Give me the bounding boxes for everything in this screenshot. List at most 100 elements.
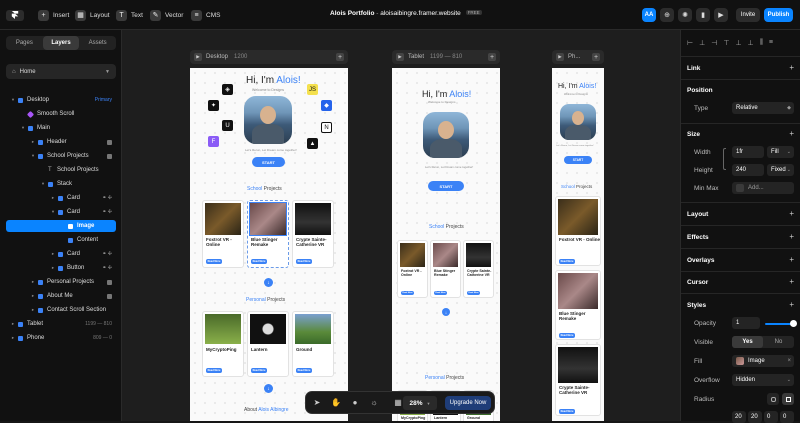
project-title[interactable]: Alois Portfolio - aloisaibingre.framer.w… [330, 10, 482, 17]
layer-school-projects[interactable]: ▾ School Projects [6, 150, 116, 162]
preview-play-icon[interactable]: ▶ [194, 53, 202, 61]
layer-main[interactable]: ▾ Main [6, 122, 116, 134]
width-input[interactable]: 1fr [732, 146, 764, 158]
project-card[interactable]: Ground Read More [292, 311, 334, 377]
layer-personal-projects[interactable]: ▸ Personal Projects [6, 276, 116, 288]
read-more-button[interactable]: Read More [296, 259, 312, 264]
link-section[interactable]: Link [687, 65, 700, 72]
height-mode-select[interactable]: Fixed ⌄ [767, 164, 794, 176]
align-center-h-icon[interactable]: ⊥ [699, 39, 705, 47]
project-card-selected[interactable]: Blue Stinger Remake Read More [247, 200, 289, 268]
add-link-icon[interactable]: + [789, 63, 794, 72]
remove-fill-icon[interactable]: × [787, 358, 791, 364]
phone-frame-label[interactable]: ▶ Ph... + [552, 50, 604, 64]
project-card[interactable]: Crypte Sainte-Catherine VR Read More [463, 240, 494, 298]
publish-button[interactable]: Publish [764, 8, 793, 22]
vector-button[interactable]: ✎ Vector [150, 8, 183, 22]
layer-tablet[interactable]: ▸ Tablet 1199 — 810 [6, 318, 116, 330]
project-card[interactable]: MyCryptoPing Read More [202, 311, 244, 377]
read-more-button[interactable]: Read More [559, 333, 575, 338]
project-card[interactable]: Lantern Read More [247, 311, 289, 377]
theme-icon[interactable]: ☼ [366, 395, 382, 411]
globe-icon[interactable]: ⊕ [660, 8, 674, 22]
layout-button[interactable]: ▦ Layout [75, 8, 110, 22]
add-cursor-icon[interactable]: + [789, 277, 794, 286]
preview-play-icon[interactable]: ▶ [396, 53, 404, 61]
layer-image[interactable]: Image [6, 220, 116, 232]
layer-card[interactable]: ▾ Card ⚭ ✢ [6, 206, 116, 218]
layer-card[interactable]: ▸ Card ⚭ ✢ [6, 248, 116, 260]
read-more-button[interactable]: Read More [467, 291, 480, 295]
start-button[interactable]: START [428, 181, 464, 191]
tablet-frame[interactable]: Hi, I'm Alois! Welcome to Designs Let's … [392, 68, 500, 421]
read-more-button[interactable]: Read More [251, 259, 267, 264]
page-select[interactable]: ⌂ Home ▼ [6, 64, 116, 79]
project-card[interactable]: Foxtrot VR - Online Read More [397, 240, 428, 298]
radius-top-right-input[interactable]: 20 [748, 411, 762, 423]
preview-play-icon[interactable]: ▶ [714, 8, 728, 22]
radius-bottom-left-input[interactable]: 0 [780, 411, 794, 423]
align-bottom-icon[interactable]: ⊥ [748, 39, 754, 47]
radius-individual-toggle[interactable] [782, 393, 794, 405]
project-card[interactable]: Foxtrot VR - Online Read More [555, 196, 601, 266]
read-more-button[interactable]: Read More [251, 368, 267, 373]
settings-icon[interactable]: ✺ [678, 8, 692, 22]
zoom-select[interactable]: 28% ▼ [403, 396, 437, 410]
opacity-slider-thumb[interactable] [790, 320, 797, 327]
select-tool-icon[interactable]: ➤ [309, 395, 325, 411]
align-top-icon[interactable]: ⊤ [723, 39, 729, 47]
layer-school-projects-text[interactable]: T School Projects [6, 164, 116, 176]
layer-smooth-scroll[interactable]: Smooth Scroll [6, 108, 116, 120]
scroll-down-icon[interactable]: ↓ [264, 384, 273, 393]
distribute-h-icon[interactable]: ⫼ [760, 39, 763, 47]
layer-button[interactable]: ▸ Button ⚭ ✢ [6, 262, 116, 274]
visible-yes-option[interactable]: Yes [732, 336, 763, 348]
scroll-down-icon[interactable]: ↓ [442, 308, 450, 316]
analytics-icon[interactable]: ▮ [696, 8, 710, 22]
phone-frame[interactable]: Hi, I'm Alois! Welcome to Designs Let's … [552, 68, 604, 421]
opacity-slider[interactable] [765, 323, 793, 325]
add-style-icon[interactable]: + [789, 300, 794, 309]
scroll-down-icon[interactable]: ↓ [264, 278, 273, 287]
preview-play-icon[interactable]: ▶ [556, 53, 564, 61]
width-mode-select[interactable]: Fill ⌄ [767, 146, 794, 158]
project-card[interactable]: Crypte Sainte-Catherine VR Read More [555, 344, 601, 416]
add-breakpoint-icon[interactable]: + [488, 53, 496, 61]
layer-header[interactable]: ▸ Header [6, 136, 116, 148]
project-card[interactable]: Blue Stinger Remake Read More [430, 240, 461, 298]
height-input[interactable]: 240 [732, 164, 764, 176]
read-more-button[interactable]: Read More [559, 409, 575, 414]
tablet-frame-label[interactable]: ▶ Tablet 1199 — 810 + [392, 50, 500, 64]
project-card[interactable]: Crypte Sainte-Catherine VR Read More [292, 200, 334, 268]
avatar[interactable]: AA [642, 8, 656, 22]
aspect-link-icon[interactable] [723, 148, 726, 170]
add-layout-icon[interactable]: + [789, 209, 794, 218]
layer-desktop[interactable]: ▾ Desktop Primary [6, 94, 116, 106]
read-more-button[interactable]: Read More [296, 368, 312, 373]
hand-tool-icon[interactable]: ✋ [328, 395, 344, 411]
project-card[interactable]: Blue Stinger Remake Read More [555, 270, 601, 340]
desktop-frame-label[interactable]: ▶ Desktop 1200 + [190, 50, 348, 64]
comment-icon[interactable]: ● [347, 395, 363, 411]
radius-all-toggle[interactable] [767, 393, 779, 405]
position-type-select[interactable]: Relative ◆ [732, 102, 794, 114]
min-max-select[interactable]: Add... [732, 182, 794, 194]
distribute-v-icon[interactable]: ≡ [769, 39, 773, 47]
start-button[interactable]: START [252, 157, 285, 167]
opacity-input[interactable]: 1 [732, 317, 760, 329]
start-button[interactable]: START [564, 156, 592, 164]
radius-top-left-input[interactable]: 20 [732, 411, 746, 423]
read-more-button[interactable]: Read More [559, 259, 575, 264]
layer-phone[interactable]: ▸ Phone 809 — 0 [6, 332, 116, 344]
effects-section[interactable]: Effects [687, 234, 709, 241]
desktop-frame[interactable]: Hi, I'm Alois! Welcome to Designs ◈ ✦ U … [190, 68, 348, 421]
read-more-button[interactable]: Read More [434, 291, 447, 295]
layer-contact-scroll-section[interactable]: ▸ Contact Scroll Section [6, 304, 116, 316]
tab-layers[interactable]: Layers [42, 36, 80, 50]
layer-about-me[interactable]: ▸ About Me [6, 290, 116, 302]
align-center-v-icon[interactable]: ⊥ [735, 39, 741, 47]
cursor-section[interactable]: Cursor [687, 279, 708, 286]
layer-content[interactable]: Content [6, 234, 116, 246]
add-size-icon[interactable]: + [789, 129, 794, 138]
read-more-button[interactable]: Read More [206, 259, 222, 264]
